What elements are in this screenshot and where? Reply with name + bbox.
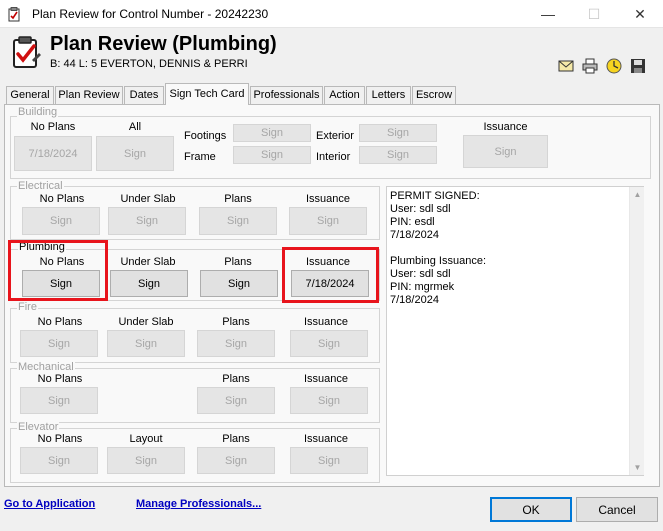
scroll-up-arrow-icon[interactable]: ▲ (630, 187, 645, 202)
interior-sign-button[interactable]: Sign (359, 146, 437, 164)
electrical-no-plans-sign-button[interactable]: Sign (22, 207, 100, 235)
tab-escrow[interactable]: Escrow (412, 86, 456, 104)
exterior-label: Exterior (316, 130, 354, 142)
elevator-plans-sign-button[interactable]: Sign (197, 447, 275, 474)
fire-plans-label: Plans (222, 316, 250, 328)
maximize-button[interactable]: ☐ (571, 0, 617, 28)
mechanical-issuance-sign-button[interactable]: Sign (290, 387, 368, 414)
interior-label: Interior (316, 151, 351, 163)
electrical-plans-sign-button[interactable]: Sign (199, 207, 277, 235)
fire-under-slab-label: Under Slab (118, 316, 174, 328)
electrical-group-label: Electrical (17, 180, 64, 192)
fire-issuance-sign-button[interactable]: Sign (290, 330, 368, 357)
highlight-plumbing-no-plans (8, 240, 108, 301)
mechanical-no-plans-label: No Plans (37, 373, 83, 385)
building-all-label: All (128, 121, 142, 133)
building-group-label: Building (17, 106, 59, 118)
plumbing-under-slab-sign-button[interactable]: Sign (110, 270, 188, 297)
frame-sign-button[interactable]: Sign (233, 146, 311, 164)
lot-subtitle: B: 44 L: 5 EVERTON, DENNIS & PERRI (50, 58, 248, 70)
close-button[interactable]: ✕ (617, 0, 663, 28)
building-issuance-label: Issuance (483, 121, 528, 133)
tab-professionals[interactable]: Professionals (250, 86, 323, 104)
fire-no-plans-sign-button[interactable]: Sign (20, 330, 98, 357)
fire-no-plans-label: No Plans (37, 316, 83, 328)
tab-plan-review[interactable]: Plan Review (55, 86, 123, 104)
mechanical-plans-sign-button[interactable]: Sign (197, 387, 275, 414)
electrical-no-plans-label: No Plans (39, 193, 85, 205)
frame-label: Frame (184, 151, 216, 163)
elevator-issuance-label: Issuance (303, 433, 349, 445)
elevator-plans-label: Plans (222, 433, 250, 445)
plumbing-under-slab-label: Under Slab (120, 256, 176, 268)
building-all-sign-button[interactable]: Sign (96, 136, 174, 171)
elevator-no-plans-label: No Plans (37, 433, 83, 445)
log-scrollbar[interactable]: ▲ ▼ (629, 187, 644, 475)
building-issuance-sign-button[interactable]: Sign (463, 135, 548, 168)
electrical-plans-label: Plans (224, 193, 252, 205)
email-icon[interactable] (558, 58, 574, 74)
signature-log-textarea[interactable]: PERMIT SIGNED: User: sdl sdl PIN: esdl 7… (386, 186, 644, 476)
plumbing-plans-label: Plans (224, 256, 252, 268)
fire-group-label: Fire (17, 301, 38, 313)
print-icon[interactable] (582, 58, 598, 74)
electrical-issuance-label: Issuance (305, 193, 351, 205)
elevator-group-label: Elevator (17, 421, 60, 433)
elevator-issuance-sign-button[interactable]: Sign (290, 447, 368, 474)
elevator-no-plans-sign-button[interactable]: Sign (20, 447, 98, 474)
fire-plans-sign-button[interactable]: Sign (197, 330, 275, 357)
go-to-application-link[interactable]: Go to Application (4, 498, 95, 510)
plumbing-plans-sign-button[interactable]: Sign (200, 270, 278, 297)
footings-sign-button[interactable]: Sign (233, 124, 311, 142)
title-bar: Plan Review for Control Number - 2024223… (0, 0, 663, 28)
app-icon (8, 7, 20, 22)
fire-issuance-label: Issuance (303, 316, 349, 328)
tab-letters[interactable]: Letters (366, 86, 411, 104)
mechanical-group-label: Mechanical (17, 361, 75, 373)
clipboard-check-icon (13, 36, 41, 68)
building-no-plans-label: No Plans (30, 121, 76, 133)
exterior-sign-button[interactable]: Sign (359, 124, 437, 142)
highlight-plumbing-issuance (282, 247, 379, 303)
mechanical-no-plans-sign-button[interactable]: Sign (20, 387, 98, 414)
electrical-issuance-sign-button[interactable]: Sign (289, 207, 367, 235)
clock-icon[interactable] (606, 58, 622, 74)
cancel-button[interactable]: Cancel (576, 497, 658, 522)
footings-label: Footings (184, 130, 227, 142)
signature-log-text: PERMIT SIGNED: User: sdl sdl PIN: esdl 7… (390, 190, 486, 306)
mechanical-issuance-label: Issuance (303, 373, 349, 385)
scroll-down-arrow-icon[interactable]: ▼ (630, 460, 645, 475)
minimize-button[interactable]: — (525, 0, 571, 28)
tab-dates[interactable]: Dates (124, 86, 164, 104)
mechanical-plans-label: Plans (222, 373, 250, 385)
tab-sign-tech-card[interactable]: Sign Tech Card (165, 83, 249, 105)
tab-general[interactable]: General (6, 86, 54, 104)
electrical-under-slab-label: Under Slab (120, 193, 176, 205)
building-no-plans-date: 7/18/2024 (14, 136, 92, 171)
fire-under-slab-sign-button[interactable]: Sign (107, 330, 185, 357)
page-title: Plan Review (Plumbing) (50, 33, 277, 55)
save-icon[interactable] (630, 58, 646, 74)
elevator-layout-label: Layout (129, 433, 163, 445)
ok-button[interactable]: OK (490, 497, 572, 522)
tab-action[interactable]: Action (324, 86, 365, 104)
window-title: Plan Review for Control Number - 2024223… (32, 7, 269, 21)
manage-professionals-link[interactable]: Manage Professionals... (136, 498, 261, 510)
elevator-layout-sign-button[interactable]: Sign (107, 447, 185, 474)
electrical-under-slab-sign-button[interactable]: Sign (108, 207, 186, 235)
